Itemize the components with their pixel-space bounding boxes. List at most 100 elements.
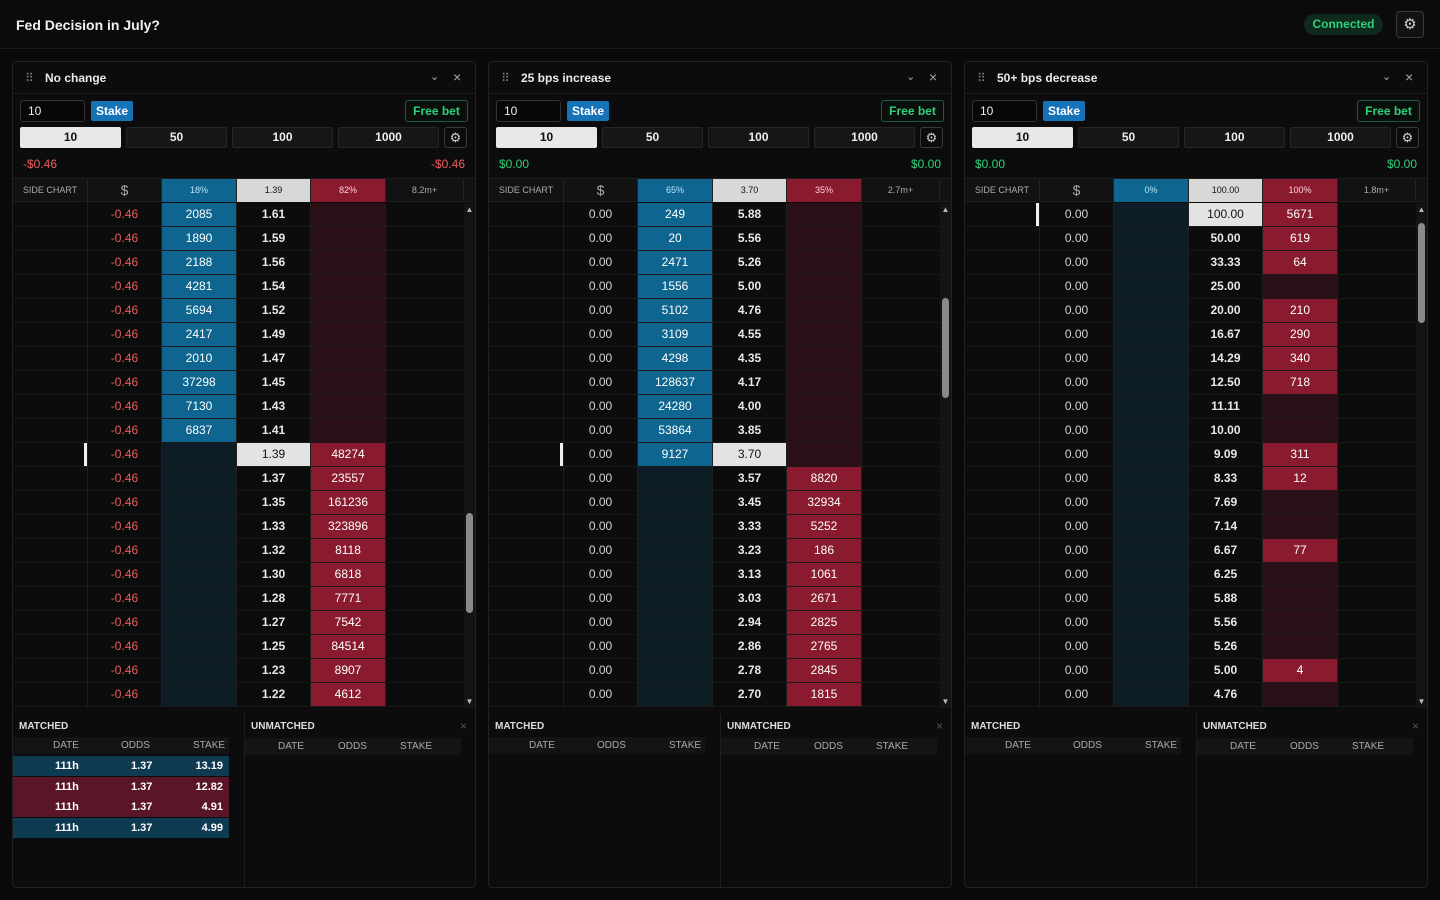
back-cell[interactable] xyxy=(1114,515,1189,538)
lay-cell[interactable]: 64 xyxy=(1263,251,1338,274)
chevron-down-icon[interactable]: ⌄ xyxy=(430,70,439,83)
drag-handle-icon[interactable]: ⠿ xyxy=(25,71,34,85)
lay-cell[interactable] xyxy=(311,419,386,442)
back-cell[interactable] xyxy=(1114,659,1189,682)
lay-cell[interactable] xyxy=(787,443,862,466)
free-bet-button[interactable]: Free bet xyxy=(1357,100,1420,122)
scrollbar-thumb[interactable] xyxy=(466,513,473,613)
quick-stake-100[interactable]: 100 xyxy=(1184,127,1285,148)
lay-cell[interactable]: 12 xyxy=(1263,467,1338,490)
back-cell[interactable]: 2417 xyxy=(162,323,237,346)
scrollbar-thumb[interactable] xyxy=(942,298,949,398)
ladder-scrollbar[interactable]: ▲ ▼ xyxy=(940,203,951,708)
lay-cell[interactable]: 718 xyxy=(1263,371,1338,394)
back-cell[interactable]: 5102 xyxy=(638,299,713,322)
lay-cell[interactable] xyxy=(787,323,862,346)
back-cell[interactable]: 4298 xyxy=(638,347,713,370)
lay-cell[interactable]: 2671 xyxy=(787,587,862,610)
lay-cell[interactable]: 5252 xyxy=(787,515,862,538)
lay-cell[interactable] xyxy=(1263,611,1338,634)
back-cell[interactable] xyxy=(1114,563,1189,586)
chevron-down-icon[interactable]: ⌄ xyxy=(906,70,915,83)
back-cell[interactable]: 1890 xyxy=(162,227,237,250)
back-cell[interactable] xyxy=(638,587,713,610)
back-cell[interactable] xyxy=(638,635,713,658)
ladder-scrollbar[interactable]: ▲ ▼ xyxy=(464,203,475,708)
scroll-up-icon[interactable]: ▲ xyxy=(941,205,950,214)
back-cell[interactable] xyxy=(162,611,237,634)
lay-cell[interactable]: 340 xyxy=(1263,347,1338,370)
lay-cell[interactable]: 23557 xyxy=(311,467,386,490)
scrollbar-thumb[interactable] xyxy=(1418,223,1425,323)
ladder-scrollbar[interactable]: ▲ ▼ xyxy=(1416,203,1427,708)
lay-cell[interactable]: 210 xyxy=(1263,299,1338,322)
back-cell[interactable] xyxy=(162,515,237,538)
scroll-down-icon[interactable]: ▼ xyxy=(1417,697,1426,706)
back-cell[interactable] xyxy=(1114,203,1189,226)
back-cell[interactable]: 7130 xyxy=(162,395,237,418)
lay-cell[interactable] xyxy=(1263,491,1338,514)
lay-cell[interactable]: 4612 xyxy=(311,683,386,706)
stake-button[interactable]: Stake xyxy=(567,101,609,121)
back-cell[interactable]: 249 xyxy=(638,203,713,226)
back-cell[interactable] xyxy=(1114,539,1189,562)
back-cell[interactable] xyxy=(162,467,237,490)
scroll-up-icon[interactable]: ▲ xyxy=(1417,205,1426,214)
close-icon[interactable]: × xyxy=(929,69,937,85)
stake-input[interactable] xyxy=(496,100,561,122)
scroll-down-icon[interactable]: ▼ xyxy=(465,697,474,706)
back-cell[interactable]: 9127 xyxy=(638,443,713,466)
back-cell[interactable]: 4281 xyxy=(162,275,237,298)
free-bet-button[interactable]: Free bet xyxy=(405,100,468,122)
lay-cell[interactable] xyxy=(1263,419,1338,442)
lay-cell[interactable] xyxy=(787,203,862,226)
lay-cell[interactable] xyxy=(1263,275,1338,298)
back-cell[interactable]: 24280 xyxy=(638,395,713,418)
lay-cell[interactable]: 1061 xyxy=(787,563,862,586)
back-cell[interactable] xyxy=(1114,395,1189,418)
back-cell[interactable] xyxy=(1114,635,1189,658)
back-cell[interactable] xyxy=(1114,251,1189,274)
back-cell[interactable] xyxy=(1114,611,1189,634)
quick-stake-10[interactable]: 10 xyxy=(20,127,121,148)
stake-input[interactable] xyxy=(20,100,85,122)
lay-cell[interactable] xyxy=(311,299,386,322)
back-cell[interactable]: 20 xyxy=(638,227,713,250)
back-cell[interactable] xyxy=(1114,491,1189,514)
drag-handle-icon[interactable]: ⠿ xyxy=(977,71,986,85)
gear-icon[interactable]: ⚙ xyxy=(1396,11,1424,38)
quick-stake-50[interactable]: 50 xyxy=(602,127,703,148)
lay-cell[interactable]: 161236 xyxy=(311,491,386,514)
back-cell[interactable] xyxy=(1114,467,1189,490)
lay-cell[interactable] xyxy=(787,347,862,370)
back-cell[interactable] xyxy=(162,587,237,610)
quick-stake-10[interactable]: 10 xyxy=(972,127,1073,148)
back-cell[interactable] xyxy=(162,443,237,466)
lay-cell[interactable]: 32934 xyxy=(787,491,862,514)
chevron-down-icon[interactable]: ⌄ xyxy=(1382,70,1391,83)
quick-stake-100[interactable]: 100 xyxy=(232,127,333,148)
lay-cell[interactable]: 8820 xyxy=(787,467,862,490)
lay-cell[interactable]: 7542 xyxy=(311,611,386,634)
lay-cell[interactable] xyxy=(1263,587,1338,610)
back-cell[interactable] xyxy=(162,659,237,682)
back-cell[interactable] xyxy=(162,683,237,706)
lay-cell[interactable] xyxy=(787,371,862,394)
lay-cell[interactable] xyxy=(311,275,386,298)
free-bet-button[interactable]: Free bet xyxy=(881,100,944,122)
lay-cell[interactable] xyxy=(1263,563,1338,586)
lay-cell[interactable]: 323896 xyxy=(311,515,386,538)
lay-cell[interactable] xyxy=(1263,395,1338,418)
close-icon[interactable]: × xyxy=(460,719,467,733)
stake-input[interactable] xyxy=(972,100,1037,122)
close-icon[interactable]: × xyxy=(936,719,943,733)
gear-icon[interactable]: ⚙ xyxy=(920,127,943,148)
lay-cell[interactable] xyxy=(311,371,386,394)
back-cell[interactable] xyxy=(638,539,713,562)
back-cell[interactable] xyxy=(638,611,713,634)
back-cell[interactable] xyxy=(1114,683,1189,706)
back-cell[interactable] xyxy=(1114,443,1189,466)
back-cell[interactable]: 2085 xyxy=(162,203,237,226)
stake-button[interactable]: Stake xyxy=(1043,101,1085,121)
back-cell[interactable]: 2188 xyxy=(162,251,237,274)
